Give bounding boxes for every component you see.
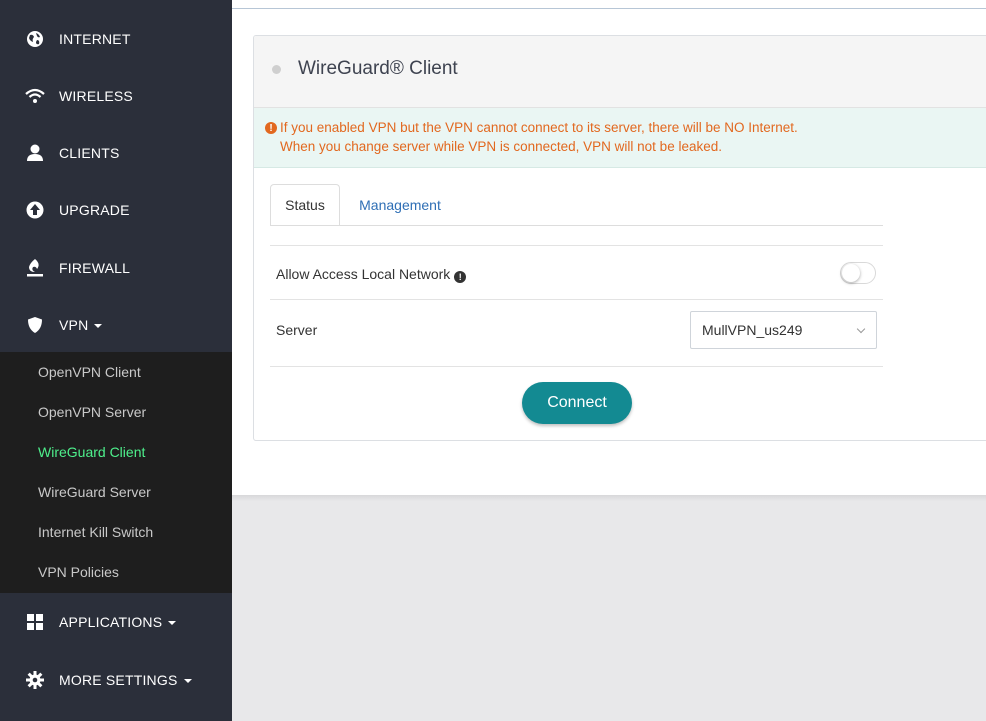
submenu-item-openvpn-server[interactable]: OpenVPN Server xyxy=(38,404,146,420)
warning-alert: ! If you enabled VPN but the VPN cannot … xyxy=(254,108,986,168)
exclamation-icon: ! xyxy=(265,122,277,134)
tabs-divider xyxy=(270,225,883,226)
submenu-item-kill-switch[interactable]: Internet Kill Switch xyxy=(38,524,153,540)
sidebar: INTERNET WIRELESS CLIENTS UPGRADE FIREWA… xyxy=(0,0,232,721)
wireguard-panel: WireGuard® Client ! If you enabled VPN b… xyxy=(253,35,986,441)
alert-line-2: When you change server while VPN is conn… xyxy=(280,139,722,154)
status-dot-icon xyxy=(272,65,281,74)
submenu-item-wireguard-client[interactable]: WireGuard Client xyxy=(38,444,145,460)
alert-line-1: If you enabled VPN but the VPN cannot co… xyxy=(280,120,798,135)
sidebar-item-label: FIREWALL xyxy=(59,260,131,276)
caret-down-icon xyxy=(94,324,103,329)
globe-icon xyxy=(25,29,45,49)
sidebar-item-label: UPGRADE xyxy=(59,202,130,218)
sidebar-item-vpn[interactable]: VPN xyxy=(0,305,232,345)
connect-button[interactable]: Connect xyxy=(522,382,632,424)
toggle-knob xyxy=(842,264,860,282)
sidebar-item-firewall[interactable]: FIREWALL xyxy=(0,248,232,288)
sidebar-item-label: VPN xyxy=(59,317,89,333)
server-label: Server xyxy=(276,322,318,338)
row-divider xyxy=(270,299,883,300)
content-shadow xyxy=(232,495,986,501)
page-title: WireGuard® Client xyxy=(298,58,458,79)
allow-local-network-toggle[interactable] xyxy=(840,262,876,284)
sidebar-item-more-settings[interactable]: MORE SETTINGS xyxy=(0,660,232,700)
vpn-submenu: OpenVPN Client OpenVPN Server WireGuard … xyxy=(0,352,232,593)
gear-icon xyxy=(25,670,45,690)
firewall-icon xyxy=(25,258,45,278)
sidebar-item-applications[interactable]: APPLICATIONS xyxy=(0,602,232,642)
wifi-icon xyxy=(25,86,45,106)
tab-status[interactable]: Status xyxy=(270,184,340,226)
sidebar-item-label: CLIENTS xyxy=(59,145,120,161)
panel-header: WireGuard® Client xyxy=(254,36,986,108)
sidebar-item-wireless[interactable]: WIRELESS xyxy=(0,76,232,116)
shield-icon xyxy=(25,315,45,335)
submenu-item-wireguard-server[interactable]: WireGuard Server xyxy=(38,484,151,500)
sidebar-item-label: INTERNET xyxy=(59,31,131,47)
grid-icon xyxy=(25,612,45,632)
server-select[interactable]: MullVPN_us249 xyxy=(690,311,877,349)
sidebar-item-clients[interactable]: CLIENTS xyxy=(0,133,232,173)
caret-down-icon xyxy=(168,621,177,626)
row-divider xyxy=(270,366,883,367)
sidebar-item-label: WIRELESS xyxy=(59,88,133,104)
tab-management[interactable]: Management xyxy=(354,184,446,225)
submenu-item-openvpn-client[interactable]: OpenVPN Client xyxy=(38,364,141,380)
upgrade-icon xyxy=(25,200,45,220)
submenu-item-vpn-policies[interactable]: VPN Policies xyxy=(38,564,119,580)
header-divider xyxy=(232,8,986,9)
allow-local-network-label: Allow Access Local Network xyxy=(276,266,451,282)
user-icon xyxy=(25,143,45,163)
chevron-down-icon xyxy=(856,324,866,334)
caret-down-icon xyxy=(183,679,192,684)
sidebar-item-upgrade[interactable]: UPGRADE xyxy=(0,190,232,230)
server-select-value: MullVPN_us249 xyxy=(702,322,803,338)
sidebar-item-internet[interactable]: INTERNET xyxy=(0,19,232,59)
sidebar-item-label: MORE SETTINGS xyxy=(59,672,178,688)
info-icon[interactable]: ! xyxy=(454,271,467,283)
allow-local-network-row: Allow Access Local Network! xyxy=(276,266,467,283)
sidebar-item-label: APPLICATIONS xyxy=(59,614,163,630)
row-divider xyxy=(270,245,883,246)
